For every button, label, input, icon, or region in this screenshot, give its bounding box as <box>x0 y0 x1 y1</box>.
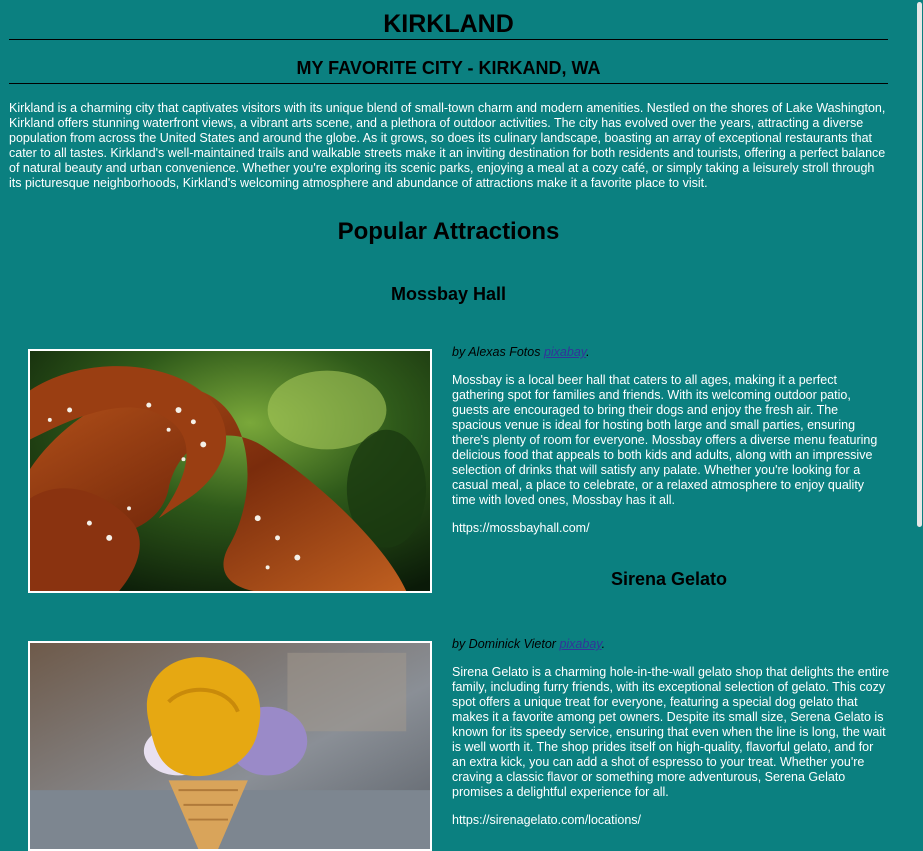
attraction-details: by Dominick Vietor pixabay. Sirena Gelat… <box>452 637 890 828</box>
credit-suffix: . <box>586 345 590 359</box>
attraction-url: https://mossbayhall.com/ <box>452 521 590 535</box>
section-title: Popular Attractions <box>337 218 560 245</box>
title-divider <box>9 39 888 40</box>
photo-credit: by Dominick Vietor pixabay. <box>452 637 890 652</box>
pretzel-photo <box>28 349 432 593</box>
attraction-details: by Alexas Fotos pixabay. Mossbay is a lo… <box>452 345 890 536</box>
photo-credit: by Alexas Fotos pixabay. <box>452 345 890 360</box>
attraction-url: https://sirenagelato.com/locations/ <box>452 813 641 827</box>
site-title: KIRKLAND <box>383 10 514 38</box>
pixabay-link[interactable]: pixabay <box>544 345 586 359</box>
intro-paragraph: Kirkland is a charming city that captiva… <box>9 101 886 190</box>
attraction-title: Sirena Gelato <box>610 569 728 589</box>
subtitle-divider <box>9 83 888 84</box>
credit-text: by Alexas Fotos <box>452 345 544 359</box>
vertical-scrollbar[interactable] <box>916 0 923 842</box>
credit-suffix: . <box>601 637 606 651</box>
page-content: KIRKLAND MY FAVORITE CITY - KIRKAND, WA … <box>9 0 888 247</box>
credit-text: by Dominick Vietor <box>452 637 560 651</box>
scrollbar-thumb[interactable] <box>917 2 922 527</box>
attraction-title: Mossbay Hall <box>390 284 507 304</box>
pixabay-link[interactable]: pixabay <box>559 637 601 651</box>
page-subtitle: MY FAVORITE CITY - KIRKAND, WA <box>296 58 601 78</box>
attraction-description: Sirena Gelato is a charming hole-in-the-… <box>452 665 890 799</box>
attraction-description: Mossbay is a local beer hall that caters… <box>452 373 878 507</box>
gelato-photo <box>28 641 432 851</box>
